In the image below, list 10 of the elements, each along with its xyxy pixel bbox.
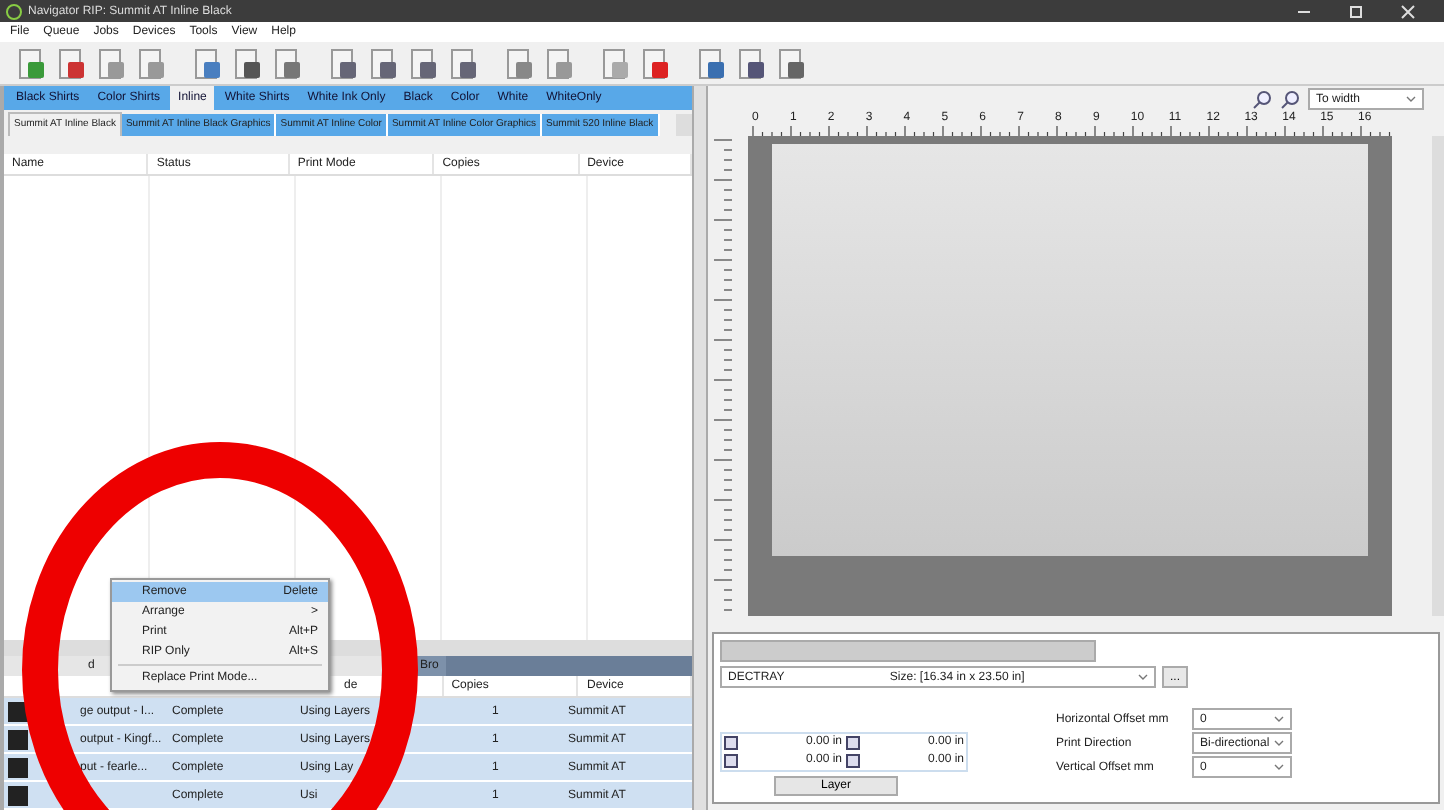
caret-icon	[1274, 764, 1284, 770]
maximize-icon[interactable]	[1348, 3, 1364, 19]
caret-icon	[1138, 674, 1148, 680]
caret-icon	[1274, 716, 1284, 722]
caret-icon	[1406, 96, 1416, 102]
close-icon[interactable]	[1400, 3, 1416, 19]
app-logo-icon	[6, 3, 22, 19]
caret-icon	[1274, 740, 1284, 746]
zoom-in-icon[interactable]	[1252, 89, 1272, 109]
zoom-out-icon[interactable]	[1280, 89, 1300, 109]
